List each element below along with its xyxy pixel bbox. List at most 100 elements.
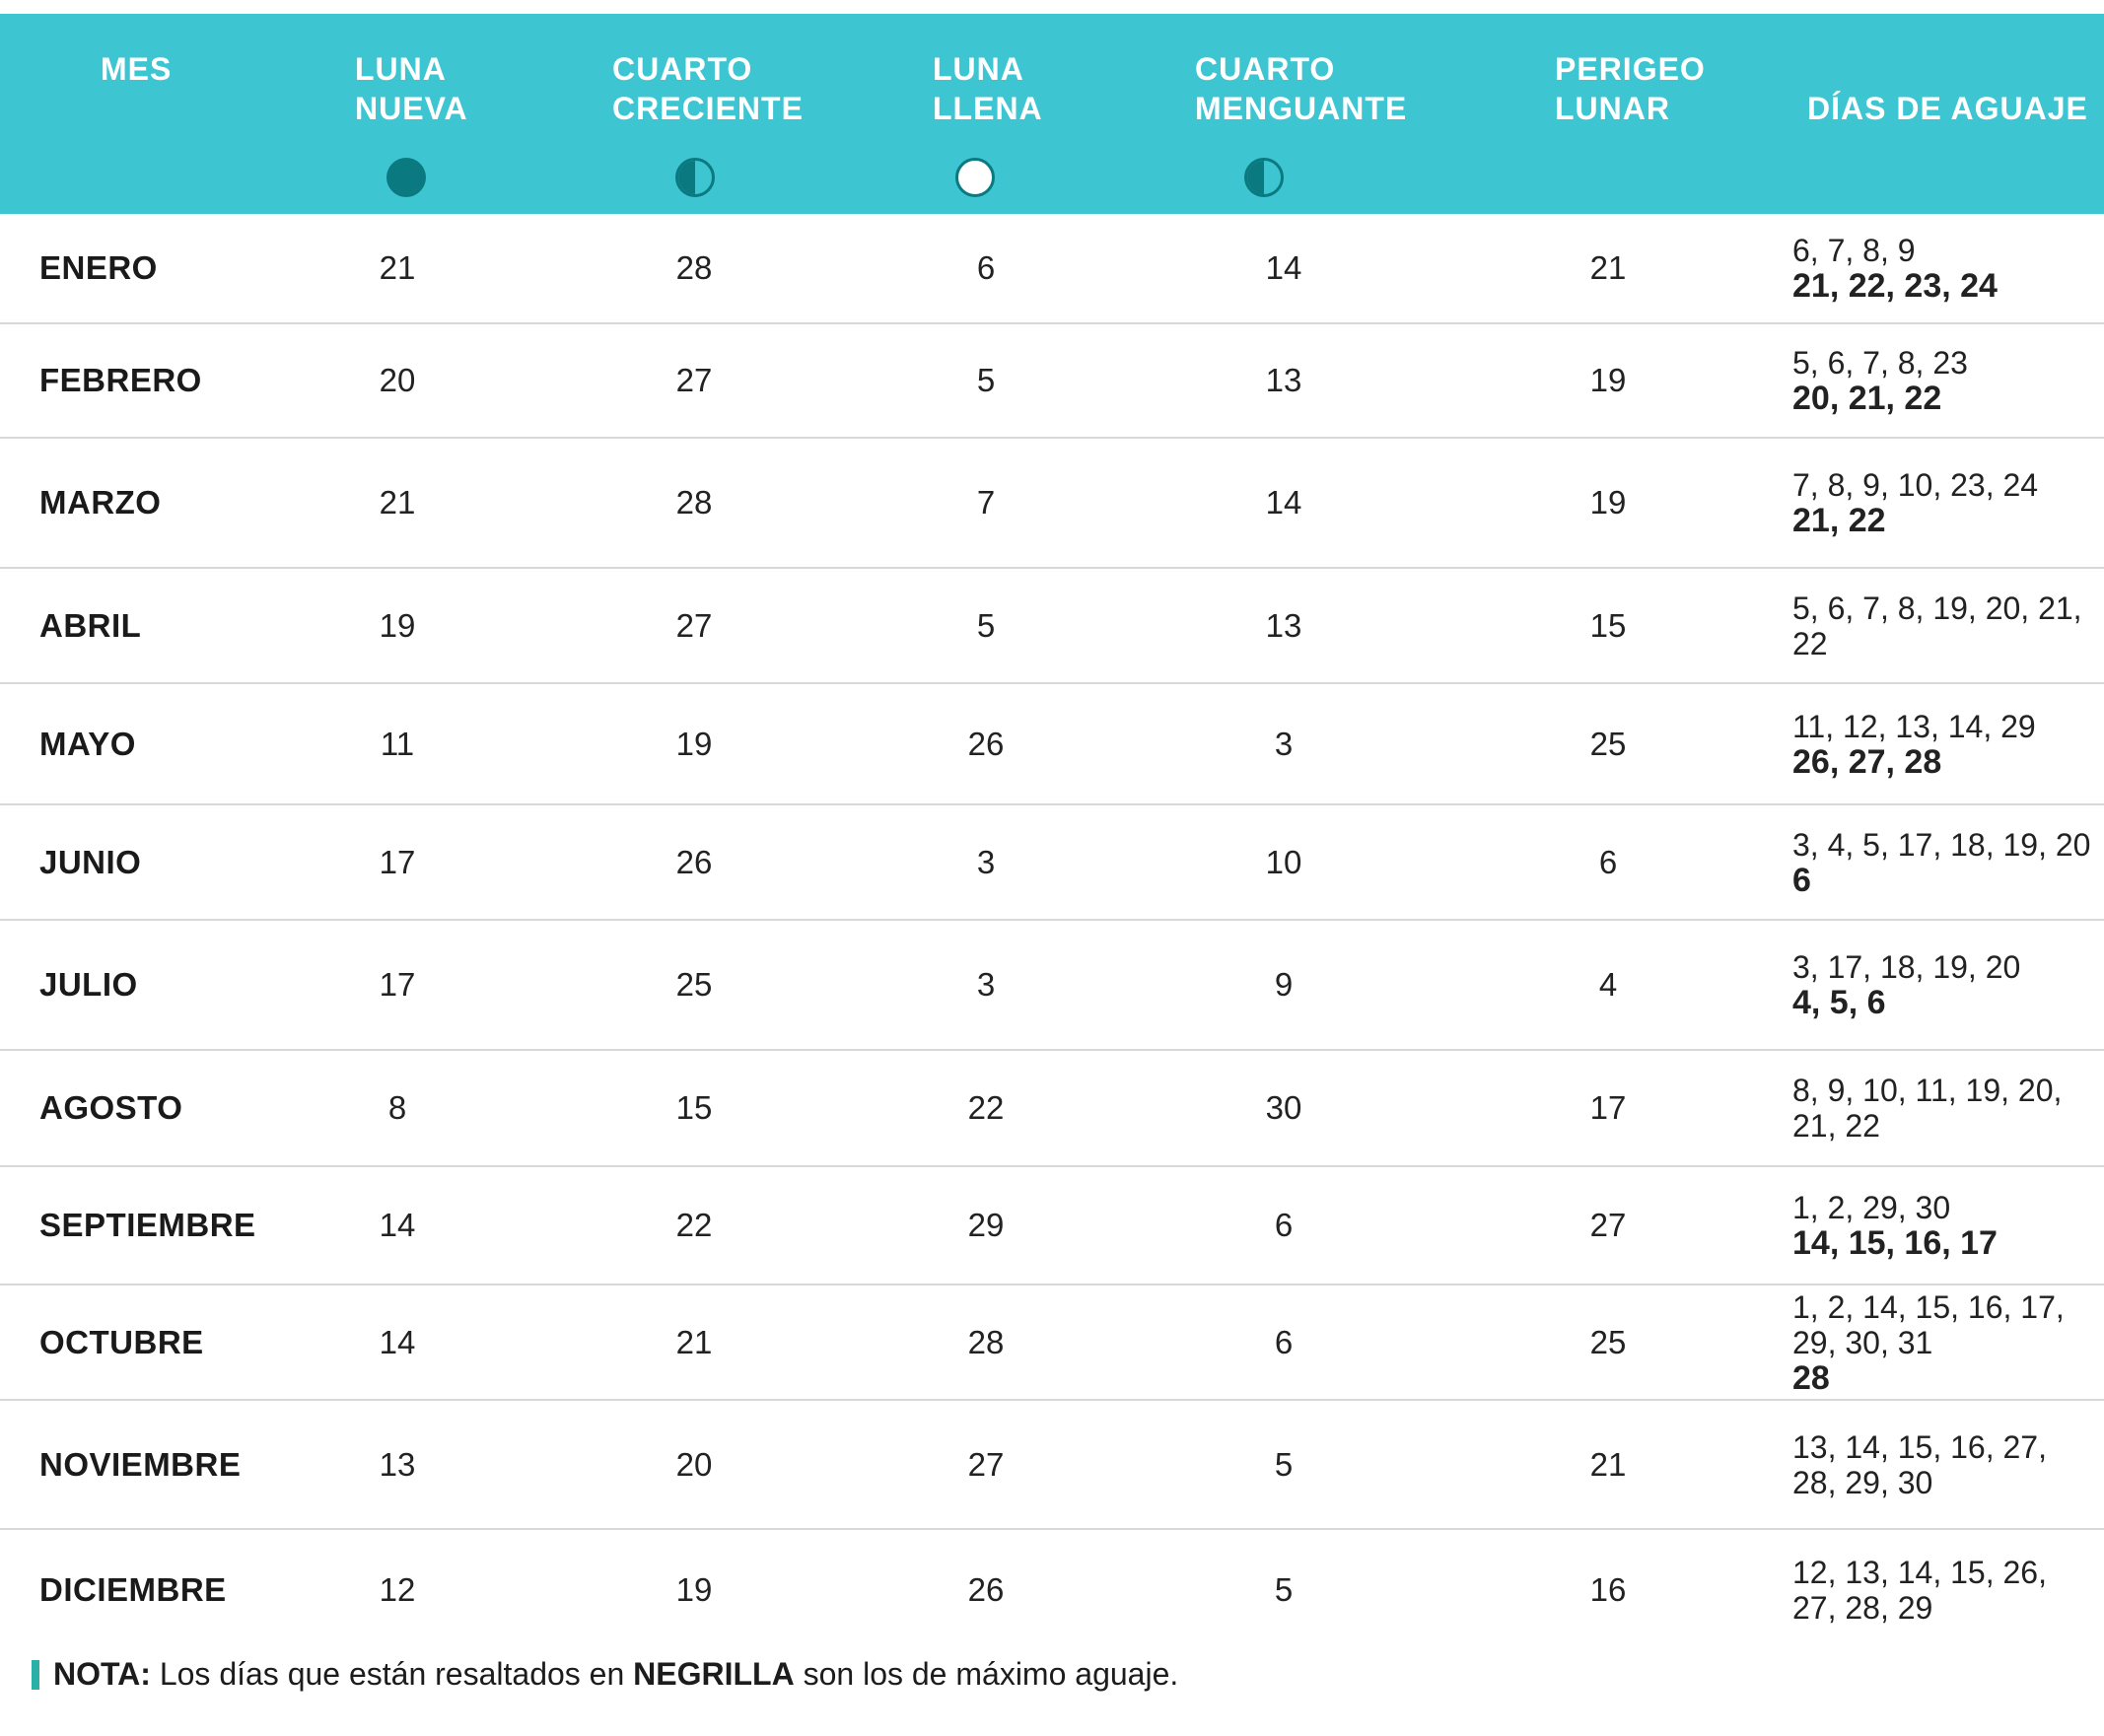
header-cuarto-creciente: CUARTO CRECIENTE [612,51,804,126]
cuarto-creciente-cell: 19 [675,1571,713,1608]
luna-nueva-cell: 14 [379,1207,416,1243]
perigeo-cell: 15 [1589,606,1627,644]
cuarto-menguante-cell: 14 [1265,249,1302,286]
note-text-2: son los de máximo aguaje. [794,1656,1179,1692]
month-cell: JULIO [39,966,138,1003]
note-text-1: Los días que están resaltados en [150,1656,634,1692]
cuarto-menguante-cell: 13 [1265,606,1302,644]
aguaje-cell: 1, 2, 29, 30 14, 15, 16, 17 [1792,1167,2098,1284]
month-cell: DICIEMBRE [39,1571,227,1608]
month-cell: NOVIEMBRE [39,1445,242,1483]
cuarto-creciente-cell: 27 [675,362,713,398]
luna-nueva-cell: 17 [379,843,416,880]
note-emphasis: NEGRILLA [633,1656,795,1692]
month-cell: AGOSTO [39,1089,183,1126]
header-cuarto-menguante: CUARTO MENGUANTE [1195,51,1408,126]
aguaje-cell: 3, 17, 18, 19, 20 4, 5, 6 [1792,921,2098,1049]
aguaje-days: 5, 6, 7, 8, 23 [1792,345,1968,381]
header-perigeo-lunar: PERIGEO LUNAR [1555,51,1706,126]
cuarto-menguante-cell: 13 [1265,362,1302,398]
lunar-calendar-table: MES LUNA NUEVA CUARTO CRECIENTE LUNA LLE… [0,14,2104,1626]
table-row: ENERO 21 28 6 14 21 6, 7, 8, 9 21, 22, 23, 24 [0,214,2104,324]
luna-llena-cell: 29 [967,1207,1005,1243]
full-moon-icon [955,158,995,197]
aguaje-max-days: 6 [1792,861,1811,899]
footnote: NOTA: Los días que están resaltados en N… [32,1656,1178,1693]
aguaje-days: 3, 4, 5, 17, 18, 19, 20 [1792,826,2091,863]
aguaje-max-days: 20, 21, 22 [1792,380,1942,417]
luna-llena-cell: 5 [976,606,996,644]
luna-nueva-cell: 20 [379,362,416,398]
luna-llena-cell: 22 [967,1089,1005,1126]
aguaje-cell: 7, 8, 9, 10, 23, 24 21, 22 [1792,439,2098,567]
aguaje-max-days: 21, 22, 23, 24 [1792,267,1998,305]
perigeo-cell: 25 [1589,725,1627,762]
last-quarter-moon-icon [1244,158,1284,197]
cuarto-creciente-cell: 25 [675,966,713,1003]
aguaje-cell: 11, 12, 13, 14, 29 26, 27, 28 [1792,684,2098,803]
cuarto-menguante-cell: 5 [1274,1571,1294,1608]
aguaje-cell: 6, 7, 8, 9 21, 22, 23, 24 [1792,214,2098,322]
luna-nueva-cell: 21 [379,249,416,286]
luna-llena-cell: 26 [967,725,1005,762]
luna-nueva-cell: 19 [379,606,416,644]
perigeo-cell: 6 [1598,843,1618,880]
header-dias-de-aguaje: DÍAS DE AGUAJE [1807,91,2088,126]
table-row: SEPTIEMBRE 14 22 29 6 27 1, 2, 29, 30 14, 15, 1… [0,1167,2104,1285]
table-row: JULIO 17 25 3 9 4 3, 17, 18, 19, 20 4, 5, 6 [0,921,2104,1051]
aguaje-days: 7, 8, 9, 10, 23, 24 [1792,467,2039,503]
note-accent-bar [32,1659,39,1690]
month-cell: JUNIO [39,843,142,880]
cuarto-menguante-cell: 30 [1265,1089,1302,1126]
aguaje-cell: 5, 6, 7, 8, 19, 20, 21, 22 [1792,569,2098,682]
month-cell: ABRIL [39,606,142,644]
luna-llena-cell: 6 [976,249,996,286]
luna-nueva-cell: 17 [379,966,416,1003]
luna-nueva-cell: 14 [379,1323,416,1360]
perigeo-cell: 16 [1589,1571,1627,1608]
luna-llena-cell: 26 [967,1571,1005,1608]
aguaje-days: 1, 2, 14, 15, 16, 17, 29, 30, 31 [1792,1288,2065,1360]
aguaje-days: 1, 2, 29, 30 [1792,1190,1951,1225]
month-cell: SEPTIEMBRE [39,1207,256,1243]
cuarto-creciente-cell: 15 [675,1089,713,1126]
perigeo-cell: 19 [1589,484,1627,521]
month-cell: MARZO [39,484,162,521]
cuarto-menguante-cell: 6 [1274,1323,1294,1360]
luna-llena-cell: 5 [976,362,996,398]
luna-llena-cell: 27 [967,1445,1005,1483]
header-luna-llena: LUNA LLENA [933,51,1043,126]
perigeo-cell: 21 [1589,1445,1627,1483]
table-row: ABRIL 19 27 5 13 15 5, 6, 7, 8, 19, 20, 21, 22 [0,569,2104,684]
perigeo-cell: 21 [1589,249,1627,286]
header-luna-nueva: LUNA NUEVA [355,51,468,126]
aguaje-max-days: 4, 5, 6 [1792,984,1886,1021]
luna-nueva-cell: 21 [379,484,416,521]
aguaje-days: 8, 9, 10, 11, 19, 20, 21, 22 [1792,1073,2063,1144]
table-row: JUNIO 17 26 3 10 6 3, 4, 5, 17, 18, 19, 20 6 [0,805,2104,921]
cuarto-creciente-cell: 26 [675,843,713,880]
table-row: AGOSTO 8 15 22 30 17 8, 9, 10, 11, 19, 20, 21,… [0,1051,2104,1167]
aguaje-max-days: 28 [1792,1358,1830,1397]
cuarto-creciente-cell: 28 [675,249,713,286]
table-row: DICIEMBRE 12 19 26 5 16 12, 13, 14, 15, 26, 27… [0,1530,2104,1650]
table-row: MARZO 21 28 7 14 19 7, 8, 9, 10, 23, 24 21, 22 [0,439,2104,569]
aguaje-cell: 3, 4, 5, 17, 18, 19, 20 6 [1792,805,2098,919]
table-row: MAYO 11 19 26 3 25 11, 12, 13, 14, 29 26, 27, 2… [0,684,2104,805]
aguaje-days: 5, 6, 7, 8, 19, 20, 21, 22 [1792,590,2082,661]
aguaje-days: 13, 14, 15, 16, 27, 28, 29, 30 [1792,1428,2047,1500]
aguaje-days: 6, 7, 8, 9 [1792,233,1916,268]
cuarto-menguante-cell: 6 [1274,1207,1294,1243]
table-row: FEBRERO 20 27 5 13 19 5, 6, 7, 8, 23 20, 21, 22 [0,324,2104,439]
luna-llena-cell: 3 [976,843,996,880]
aguaje-cell: 13, 14, 15, 16, 27, 28, 29, 30 [1792,1401,2098,1528]
luna-llena-cell: 3 [976,966,996,1003]
luna-nueva-cell: 12 [379,1571,416,1608]
cuarto-creciente-cell: 27 [675,606,713,644]
perigeo-cell: 25 [1589,1323,1627,1360]
cuarto-menguante-cell: 3 [1274,725,1294,762]
luna-nueva-cell: 11 [380,725,415,762]
cuarto-creciente-cell: 28 [675,484,713,521]
cuarto-creciente-cell: 19 [675,725,713,762]
perigeo-cell: 17 [1589,1089,1627,1126]
